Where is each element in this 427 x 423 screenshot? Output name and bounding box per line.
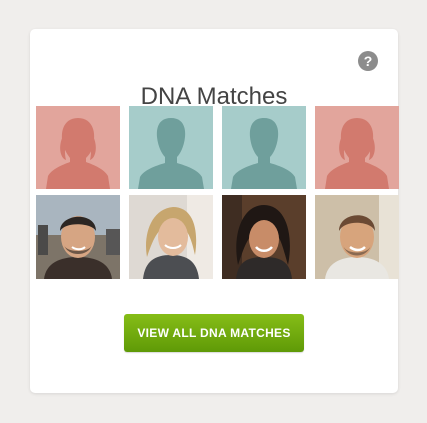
dna-matches-card: DNA Matches ? VIEW ALL DNA MATCHES xyxy=(30,29,399,393)
woman-portrait-photo xyxy=(129,195,213,279)
match-tile-photo[interactable] xyxy=(36,195,120,279)
match-tile-photo[interactable] xyxy=(129,195,213,279)
match-tile-female-silhouette[interactable] xyxy=(36,106,120,189)
female-silhouette-icon xyxy=(315,106,399,189)
woman-portrait-photo xyxy=(222,195,306,279)
question-mark-icon[interactable]: ? xyxy=(358,51,378,71)
male-silhouette-icon xyxy=(222,106,306,189)
match-tile-female-silhouette[interactable] xyxy=(315,106,399,189)
match-tile-photo[interactable] xyxy=(222,195,306,279)
female-silhouette-icon xyxy=(36,106,120,189)
view-all-dna-matches-button[interactable]: VIEW ALL DNA MATCHES xyxy=(124,314,304,352)
match-tile-male-silhouette[interactable] xyxy=(222,106,306,189)
match-tile-male-silhouette[interactable] xyxy=(129,106,213,189)
matches-grid xyxy=(36,106,399,279)
match-tile-photo[interactable] xyxy=(315,195,399,279)
man-portrait-photo xyxy=(36,195,120,279)
man-portrait-photo xyxy=(315,195,399,279)
male-silhouette-icon xyxy=(129,106,213,189)
